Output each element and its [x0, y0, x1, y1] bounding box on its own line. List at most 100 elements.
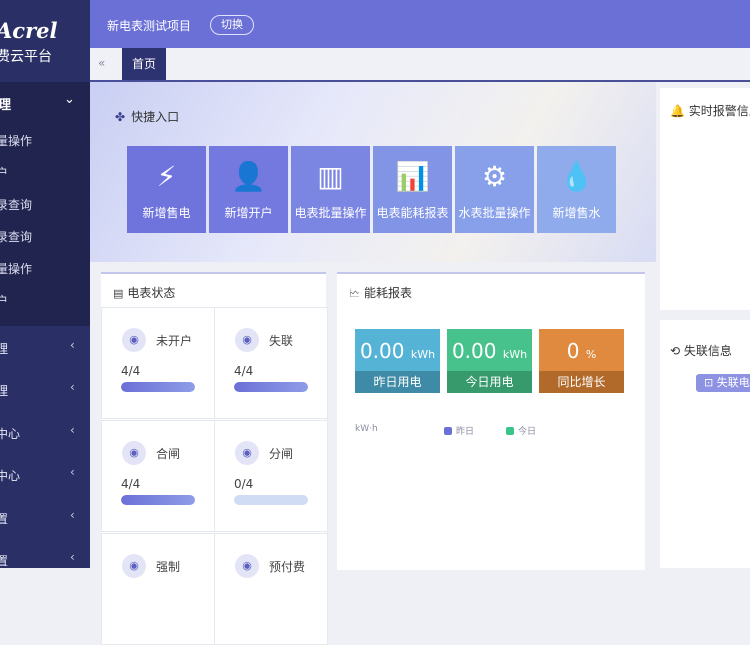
metric-label: 今日用电: [447, 371, 532, 393]
sidebar-item[interactable]: 置 ‹: [0, 504, 90, 534]
metric-value: 0 %: [566, 339, 597, 363]
quick-tile-label: 新增售水: [552, 206, 601, 220]
water-drop-icon: 💧: [559, 160, 594, 193]
quick-tile-label: 新增售电: [142, 206, 191, 220]
quick-tile[interactable]: 📊 电表能耗报表: [373, 146, 452, 233]
alarm-panel: 🔔 实时报警信息: [660, 88, 750, 310]
logo: Acrel: [0, 18, 58, 43]
quick-tile[interactable]: ⚡ 新增售电: [127, 146, 206, 233]
chevron-left-icon: ‹: [70, 338, 75, 352]
sidebar-subitem[interactable]: 量操作: [0, 260, 32, 277]
sidebar-item[interactable]: 理 ‹: [0, 334, 90, 364]
switch-project-button[interactable]: 切换: [210, 15, 254, 35]
meter-status-card: ▤ 电表状态 ◉ 未开户 4/4 ◉ 失联 4/4 ◉ 合闸 4/4 ◉ 分闸 0/4 ◉ 强制 ◉ 预付费: [101, 272, 328, 645]
sidebar-subitem[interactable]: 户: [0, 292, 8, 309]
chevron-left-icon: ‹: [70, 465, 75, 479]
meter-status-item[interactable]: ◉ 分闸 0/4: [214, 420, 328, 532]
table-icon: ▤: [113, 287, 124, 300]
bell-icon: 🔔: [670, 104, 685, 118]
energy-metric: 0.00 kWh 昨日用电: [355, 329, 440, 393]
main-content: ✤ 快捷入口 ⚡ 新增售电 👤 新增开户 ▥ 电表批量操作 📊 电表能耗报表 ⚙ 水表批量操作 💧 新增…: [90, 82, 656, 645]
chevron-left-icon: ‹: [70, 423, 75, 437]
lost-meter-tab[interactable]: ⊡ 失联电: [696, 374, 750, 392]
brand: Acrel 费云平台: [0, 0, 90, 80]
meter-status-value: 4/4: [121, 364, 141, 378]
quick-tile-label: 电表批量操作: [294, 206, 367, 220]
meter-status-label: 电表状态: [127, 286, 176, 300]
meter-status-label: 预付费: [269, 560, 306, 574]
sidebar-subitem[interactable]: 录查询: [0, 196, 32, 213]
quick-tile-label: 水表批量操作: [458, 206, 531, 220]
prepaid-icon: ◉: [235, 554, 259, 578]
sidebar-subitem[interactable]: 录查询: [0, 228, 32, 245]
meter-status-value: 0/4: [234, 477, 254, 491]
sidebar-item[interactable]: 中心 ‹: [0, 461, 90, 491]
progress-fill: [121, 495, 195, 505]
metric-value: 0.00 kWh: [359, 339, 436, 363]
meter-status-item[interactable]: ◉ 未开户 4/4: [101, 307, 215, 419]
quick-tile-label: 电表能耗报表: [376, 206, 449, 220]
switch-on-icon: ◉: [122, 441, 146, 465]
sidebar-open-group: 理 ⌄ 量操作 户 录查询 录查询 量操作 户: [0, 82, 90, 326]
progress-track: [234, 495, 308, 505]
progress-fill: [121, 382, 195, 392]
meter-status-label: 未开户: [156, 334, 193, 348]
meter-status-label: 强制: [156, 560, 181, 574]
sidebar-item[interactable]: 理 ‹: [0, 376, 90, 406]
quick-tile-label: 新增开户: [224, 206, 273, 220]
lost-connection-panel: ⟲ 失联信息: [660, 320, 750, 568]
quick-tile[interactable]: ⚙ 水表批量操作: [455, 146, 534, 233]
unlink-icon: ⟲: [670, 344, 681, 358]
tab-home[interactable]: 首页: [122, 48, 166, 80]
sidebar-group-label: 理: [0, 98, 12, 113]
legend-label: 今日: [518, 427, 537, 437]
metric-label: 昨日用电: [355, 371, 440, 393]
lost-title-label: 失联信息: [683, 344, 732, 358]
energy-metric: 0 % 同比增长: [539, 329, 624, 393]
energy-report-label: 能耗报表: [364, 286, 413, 300]
progress-fill: [234, 382, 308, 392]
alarm-title-label: 实时报警信息: [688, 104, 750, 118]
right-panels: 🔔 实时报警信息 ⟲ 失联信息 ⊡ 失联电: [656, 82, 750, 568]
chevron-down-icon: ⌄: [64, 92, 75, 107]
legend-item[interactable]: 今日: [506, 424, 536, 437]
double-chevron-left-icon[interactable]: «: [98, 56, 105, 70]
sidebar-item-label: 理: [0, 342, 9, 356]
energy-metric: 0.00 kWh 今日用电: [447, 329, 532, 393]
project-name: 新电表测试项目: [107, 19, 192, 33]
meter-icon: ◉: [122, 328, 146, 352]
meter-status-item[interactable]: ◉ 失联 4/4: [214, 307, 328, 419]
force-icon: ◉: [122, 554, 146, 578]
meter-status-label: 失联: [269, 334, 294, 348]
quick-tile[interactable]: 💧 新增售水: [537, 146, 616, 233]
grid-icon: ✤: [115, 110, 126, 124]
sidebar-item-label: 中心: [0, 469, 21, 483]
sidebar-item[interactable]: 中心 ‹: [0, 419, 90, 449]
meter-batch-icon: ▥: [317, 160, 344, 193]
quick-entry-panel: ✤ 快捷入口 ⚡ 新增售电 👤 新增开户 ▥ 电表批量操作 📊 电表能耗报表 ⚙ 水表批量操作 💧 新增…: [90, 82, 656, 262]
progress-track: [121, 382, 195, 392]
sidebar-subitem[interactable]: 量操作: [0, 132, 32, 149]
chart-icon: 🗠: [349, 287, 361, 300]
meter-status-item[interactable]: ◉ 预付费: [214, 533, 328, 645]
chart-unit-label: kW·h: [355, 424, 378, 434]
legend-item[interactable]: 昨日: [444, 424, 474, 437]
progress-track: [121, 495, 195, 505]
meter-status-value: 4/4: [121, 477, 141, 491]
add-user-icon: 👤: [231, 160, 266, 193]
quick-tile[interactable]: 👤 新增开户: [209, 146, 288, 233]
sidebar-item-label: 理: [0, 384, 9, 398]
sidebar-item[interactable]: 置 ‹: [0, 546, 90, 568]
sidebar-group-header[interactable]: 理 ⌄: [0, 90, 90, 116]
energy-report-card: 🗠 能耗报表 0.00 kWh 昨日用电 0.00 kWh 今日用电 0 % 同比增长 kW…: [337, 272, 645, 570]
sidebar-subitem[interactable]: 户: [0, 164, 8, 181]
tab-bar: « 首页: [90, 48, 750, 82]
meter-status-label: 分闸: [269, 447, 294, 461]
meter-status-item[interactable]: ◉ 强制: [101, 533, 215, 645]
legend-swatch: [444, 427, 452, 435]
chevron-left-icon: ‹: [70, 380, 75, 394]
meter-status-item[interactable]: ◉ 合闸 4/4: [101, 420, 215, 532]
chevron-left-icon: ‹: [70, 508, 75, 522]
quick-tile[interactable]: ▥ 电表批量操作: [291, 146, 370, 233]
quick-entry-label: 快捷入口: [131, 110, 180, 124]
